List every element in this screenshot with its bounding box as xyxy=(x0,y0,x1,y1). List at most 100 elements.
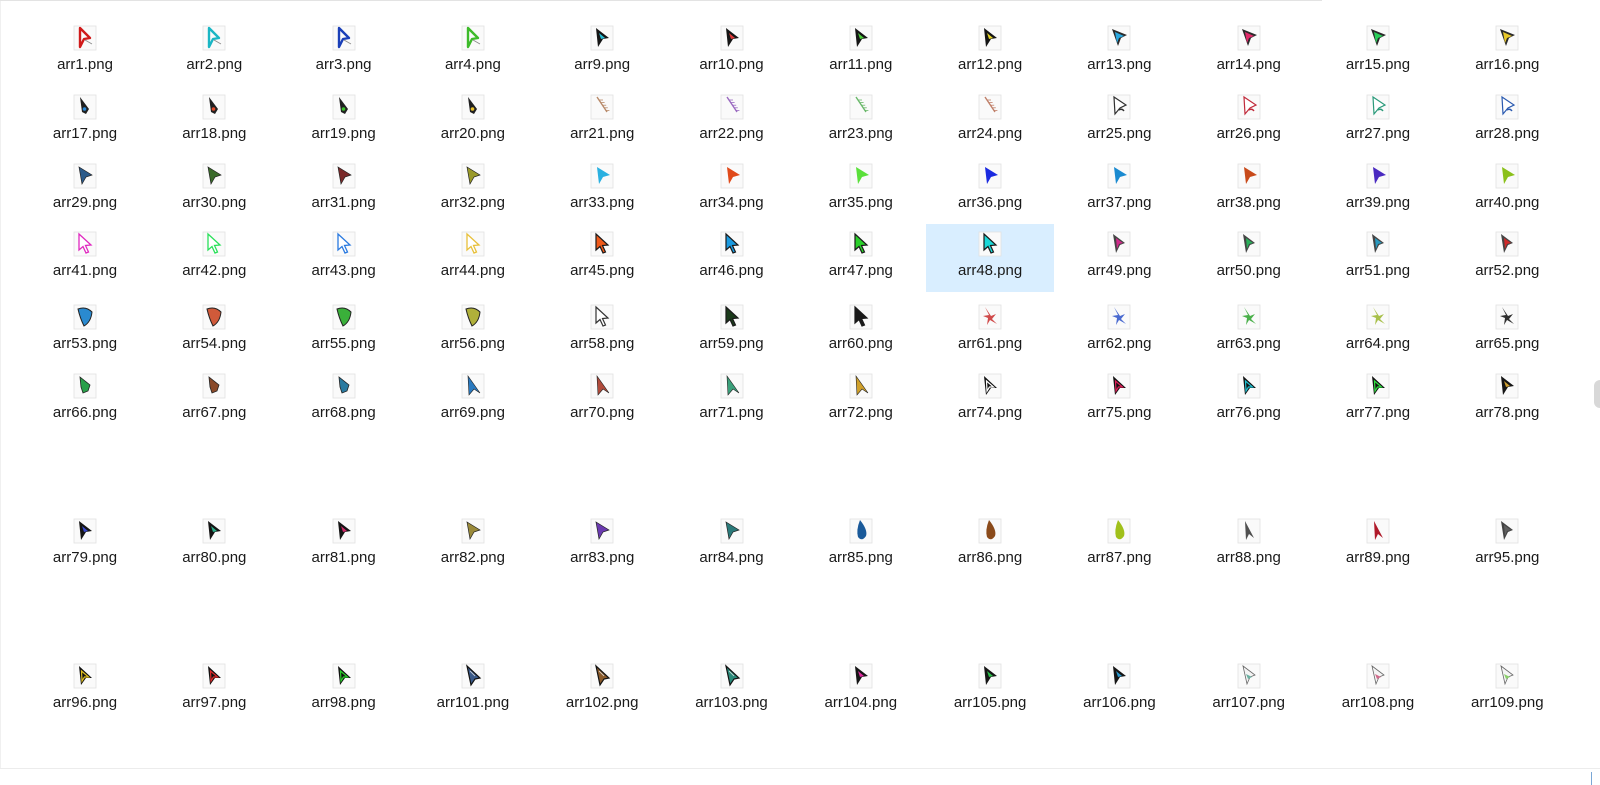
file-item[interactable]: arr71.png xyxy=(668,366,796,434)
file-item[interactable]: arr46.png xyxy=(668,224,796,292)
file-item[interactable]: arr82.png xyxy=(409,511,537,579)
file-item[interactable]: arr21.png xyxy=(538,87,666,155)
file-item[interactable]: arr74.png xyxy=(926,366,1054,434)
file-item[interactable]: arr2.png xyxy=(150,18,278,86)
file-item[interactable]: arr88.png xyxy=(1185,511,1313,579)
file-item[interactable]: arr63.png xyxy=(1185,297,1313,365)
file-item[interactable]: arr95.png xyxy=(1443,511,1571,579)
file-item[interactable]: arr67.png xyxy=(150,366,278,434)
file-item[interactable]: arr109.png xyxy=(1443,656,1571,724)
file-item[interactable]: arr79.png xyxy=(21,511,149,579)
file-item[interactable]: arr87.png xyxy=(1055,511,1183,579)
file-item[interactable]: arr76.png xyxy=(1185,366,1313,434)
file-item[interactable]: arr26.png xyxy=(1185,87,1313,155)
file-item[interactable]: arr27.png xyxy=(1314,87,1442,155)
file-item[interactable]: arr17.png xyxy=(21,87,149,155)
file-item[interactable]: arr102.png xyxy=(538,656,666,724)
file-item[interactable]: arr98.png xyxy=(280,656,408,724)
file-item[interactable]: arr86.png xyxy=(926,511,1054,579)
file-item[interactable]: arr75.png xyxy=(1055,366,1183,434)
file-item[interactable]: arr33.png xyxy=(538,156,666,224)
file-item[interactable]: arr103.png xyxy=(668,656,796,724)
file-item[interactable]: arr40.png xyxy=(1443,156,1571,224)
file-item[interactable]: arr108.png xyxy=(1314,656,1442,724)
file-item[interactable]: arr34.png xyxy=(668,156,796,224)
file-item[interactable]: arr84.png xyxy=(668,511,796,579)
file-item[interactable]: arr62.png xyxy=(1055,297,1183,365)
file-item[interactable]: arr11.png xyxy=(797,18,925,86)
file-item[interactable]: arr42.png xyxy=(150,224,278,292)
scrollbar-thumb[interactable] xyxy=(1594,380,1600,408)
file-item[interactable]: arr48.png xyxy=(926,224,1055,292)
file-item[interactable]: arr4.png xyxy=(409,18,537,86)
file-item[interactable]: arr66.png xyxy=(21,366,149,434)
file-item[interactable]: arr18.png xyxy=(150,87,278,155)
file-item[interactable]: arr3.png xyxy=(280,18,408,86)
file-item[interactable]: arr72.png xyxy=(797,366,925,434)
file-item[interactable]: arr49.png xyxy=(1055,224,1183,292)
file-item[interactable]: arr12.png xyxy=(926,18,1054,86)
file-item[interactable]: arr81.png xyxy=(280,511,408,579)
file-item[interactable]: arr77.png xyxy=(1314,366,1442,434)
cursor-icon xyxy=(720,373,743,399)
file-item[interactable]: arr22.png xyxy=(668,87,796,155)
file-item[interactable]: arr80.png xyxy=(150,511,278,579)
file-item[interactable]: arr52.png xyxy=(1443,224,1571,292)
file-item[interactable]: arr105.png xyxy=(926,656,1054,724)
file-item[interactable]: arr36.png xyxy=(926,156,1054,224)
file-item[interactable]: arr43.png xyxy=(280,224,408,292)
file-item[interactable]: arr39.png xyxy=(1314,156,1442,224)
file-item[interactable]: arr58.png xyxy=(538,297,666,365)
file-item[interactable]: arr60.png xyxy=(797,297,925,365)
file-item[interactable]: arr55.png xyxy=(280,297,408,365)
file-item[interactable]: arr19.png xyxy=(280,87,408,155)
file-item[interactable]: arr24.png xyxy=(926,87,1054,155)
file-item[interactable]: arr29.png xyxy=(21,156,149,224)
file-item[interactable]: arr106.png xyxy=(1055,656,1183,724)
cursor-icon xyxy=(849,518,873,544)
file-item[interactable]: arr20.png xyxy=(409,87,537,155)
file-item[interactable]: arr56.png xyxy=(409,297,537,365)
file-item[interactable]: arr44.png xyxy=(409,224,537,292)
file-item[interactable]: arr97.png xyxy=(150,656,278,724)
file-item[interactable]: arr32.png xyxy=(409,156,537,224)
file-item[interactable]: arr54.png xyxy=(150,297,278,365)
file-item[interactable]: arr69.png xyxy=(409,366,537,434)
file-item[interactable]: arr15.png xyxy=(1314,18,1442,86)
file-item[interactable]: arr65.png xyxy=(1443,297,1571,365)
file-item[interactable]: arr35.png xyxy=(797,156,925,224)
file-item[interactable]: arr31.png xyxy=(280,156,408,224)
file-thumbnail xyxy=(1236,161,1262,191)
file-item[interactable]: arr78.png xyxy=(1443,366,1571,434)
file-item[interactable]: arr25.png xyxy=(1055,87,1183,155)
file-item[interactable]: arr70.png xyxy=(538,366,666,434)
file-item[interactable]: arr50.png xyxy=(1185,224,1313,292)
file-item[interactable]: arr83.png xyxy=(538,511,666,579)
file-item[interactable]: arr28.png xyxy=(1443,87,1571,155)
file-item[interactable]: arr64.png xyxy=(1314,297,1442,365)
file-item[interactable]: arr59.png xyxy=(668,297,796,365)
file-item[interactable]: arr53.png xyxy=(21,297,149,365)
file-item[interactable]: arr45.png xyxy=(538,224,666,292)
file-item[interactable]: arr96.png xyxy=(21,656,149,724)
file-item[interactable]: arr10.png xyxy=(668,18,796,86)
file-item[interactable]: arr61.png xyxy=(926,297,1054,365)
file-item[interactable]: arr1.png xyxy=(21,18,149,86)
file-item[interactable]: arr47.png xyxy=(797,224,925,292)
file-item[interactable]: arr37.png xyxy=(1055,156,1183,224)
file-item[interactable]: arr41.png xyxy=(21,224,149,292)
file-item[interactable]: arr9.png xyxy=(538,18,666,86)
file-item[interactable]: arr16.png xyxy=(1443,18,1571,86)
file-item[interactable]: arr101.png xyxy=(409,656,537,724)
file-item[interactable]: arr30.png xyxy=(150,156,278,224)
file-item[interactable]: arr38.png xyxy=(1185,156,1313,224)
file-item[interactable]: arr51.png xyxy=(1314,224,1442,292)
file-item[interactable]: arr89.png xyxy=(1314,511,1442,579)
file-item[interactable]: arr13.png xyxy=(1055,18,1183,86)
file-item[interactable]: arr104.png xyxy=(797,656,925,724)
file-item[interactable]: arr107.png xyxy=(1185,656,1313,724)
file-item[interactable]: arr14.png xyxy=(1185,18,1313,86)
file-item[interactable]: arr23.png xyxy=(797,87,925,155)
file-item[interactable]: arr68.png xyxy=(280,366,408,434)
file-item[interactable]: arr85.png xyxy=(797,511,925,579)
